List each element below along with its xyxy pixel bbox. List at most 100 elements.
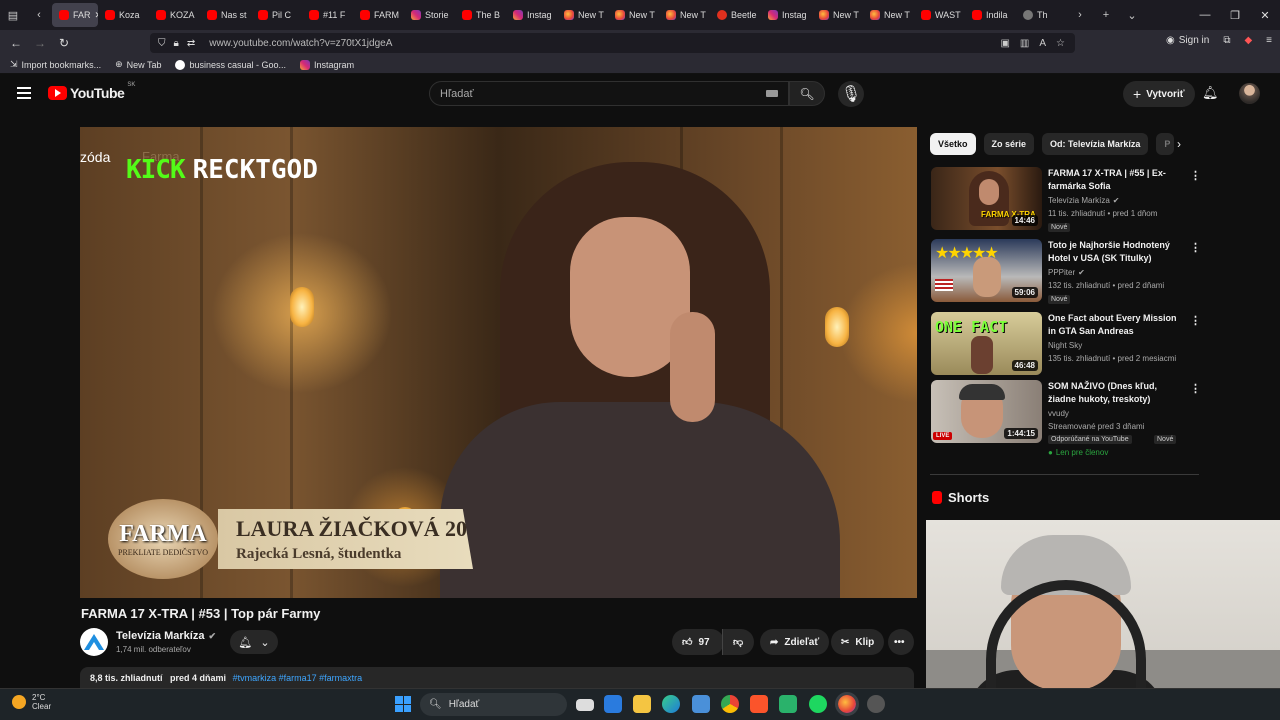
thumbnail[interactable]: ★★★★★ 59:06 — [931, 239, 1042, 302]
store-icon[interactable] — [604, 695, 622, 713]
browser-tab[interactable]: New T — [863, 3, 914, 27]
browser-tab[interactable]: Storie — [404, 3, 455, 27]
sign-in-button[interactable]: ◉ Sign in — [1166, 35, 1209, 46]
forward-icon[interactable]: → — [28, 36, 52, 50]
browser-tab[interactable]: New T — [557, 3, 608, 27]
spotify-icon[interactable] — [809, 695, 827, 713]
scroll-tabs-left-icon[interactable]: ‹ — [26, 0, 52, 30]
thumbnail[interactable]: LIVE 1:44:15 — [931, 380, 1042, 443]
minimize-icon[interactable]: — — [1190, 9, 1220, 22]
browser-tab[interactable]: FARM — [353, 3, 404, 27]
more-vert-icon[interactable]: ⋮ — [1190, 382, 1201, 395]
clip-button[interactable]: ✂ Klip — [831, 629, 885, 655]
menu-icon[interactable] — [17, 87, 31, 102]
recommendation-channel[interactable]: vvudy — [1048, 409, 1069, 418]
create-button[interactable]: + Vytvoriť — [1123, 81, 1195, 107]
more-vert-icon[interactable]: ⋮ — [1190, 314, 1201, 327]
recommendation-item[interactable]: ★★★★★ 59:06 Toto je Najhoršie Hodnotený … — [931, 239, 1201, 304]
search-button[interactable]: 🔍︎ — [789, 81, 825, 106]
browser-tab[interactable]: New T — [812, 3, 863, 27]
recommendation-item[interactable]: FARMA X-TRA 14:46 FARMA 17 X-TRA | #55 |… — [931, 167, 1201, 232]
like-button[interactable]: 👍︎ 97 — [672, 629, 724, 655]
more-vert-icon[interactable]: ⋮ — [1190, 169, 1201, 182]
taskbar-search-input[interactable]: 🔍︎ Hľadať — [420, 693, 567, 716]
edge-icon[interactable] — [662, 695, 680, 713]
recommendation-channel[interactable]: PPPiter ✔ — [1048, 268, 1085, 277]
browser-tab[interactable]: Instag — [506, 3, 557, 27]
chevron-right-icon[interactable]: › — [1177, 137, 1181, 151]
recommendation-channel[interactable]: Televízia Markíza ✔ — [1048, 196, 1120, 205]
browser-tab[interactable]: Nas st — [200, 3, 251, 27]
recommendation-channel[interactable]: Night Sky — [1048, 341, 1082, 350]
weather-widget[interactable]: 2°C Clear — [12, 693, 51, 711]
steam-icon[interactable] — [867, 695, 885, 713]
bookmark-import[interactable]: ⇲ Import bookmarks... — [10, 59, 101, 70]
chip-from-series[interactable]: Zo série — [983, 133, 1035, 155]
list-all-tabs-icon[interactable]: ⌄ — [1119, 0, 1145, 30]
browser-tab[interactable]: New T — [608, 3, 659, 27]
restore-icon[interactable]: ❐ — [1220, 9, 1250, 22]
thumbnail[interactable]: ONE FACT 46:48 — [931, 312, 1042, 375]
browser-tab[interactable]: New T — [659, 3, 710, 27]
browser-tab[interactable]: Instag — [761, 3, 812, 27]
avatar[interactable] — [1239, 83, 1260, 104]
lock-icon[interactable]: 🔒︎ — [174, 38, 179, 49]
bookmark-business-casual[interactable]: business casual - Goo... — [175, 59, 286, 70]
channel-avatar[interactable] — [80, 628, 108, 656]
notifications-bell-icon[interactable]: 🔔︎ — [1202, 85, 1219, 101]
browser-tab[interactable]: WAST — [914, 3, 965, 27]
channel-name[interactable]: Televízia Markíza ✔ — [116, 630, 216, 642]
subscription-bell-button[interactable]: 🔔︎ ⌄ — [230, 630, 278, 654]
tab-list-icon[interactable]: ▤ — [0, 0, 26, 30]
browser-tab[interactable]: Th — [1016, 3, 1067, 27]
thumbnail[interactable]: FARMA X-TRA 14:46 — [931, 167, 1042, 230]
url-bar[interactable]: ⛉ 🔒︎ ⇄ www.youtube.com/watch?v=z70tX1jdg… — [150, 33, 1075, 53]
windows-start-icon[interactable] — [395, 696, 411, 712]
url-text[interactable]: www.youtube.com/watch?v=z70tX1jdgeA — [209, 38, 392, 49]
close-window-icon[interactable]: ✕ — [1250, 9, 1280, 22]
scroll-tabs-right-icon[interactable]: › — [1067, 0, 1093, 30]
description-box[interactable]: 8,8 tis. zhliadnutí pred 4 dňami #tvmark… — [80, 667, 914, 689]
new-tab-icon[interactable]: + — [1093, 0, 1119, 30]
keyboard-icon[interactable] — [766, 90, 778, 97]
app-menu-icon[interactable]: ≡ — [1266, 35, 1272, 46]
browser-tab[interactable]: FAR✕ — [52, 3, 98, 27]
dislike-button[interactable]: 👎︎ — [722, 629, 754, 655]
browser-tab[interactable]: The B — [455, 3, 506, 27]
back-icon[interactable]: ← — [4, 36, 28, 50]
share-button[interactable]: ➦ Zdieľať — [760, 629, 830, 655]
video-player[interactable]: zóda Farma KICK RECKTGOD FARMA PREKLIATE… — [80, 127, 917, 598]
browser-tab[interactable]: Beetle — [710, 3, 761, 27]
brave-icon[interactable] — [750, 695, 768, 713]
shield-icon[interactable]: ⛉ — [158, 38, 166, 49]
translate-icon[interactable]: A — [1039, 38, 1046, 49]
browser-tab[interactable]: KOZA — [149, 3, 200, 27]
bookmark-star-icon[interactable]: ☆ — [1056, 38, 1065, 49]
extensions-icon[interactable]: ⧉ — [1223, 35, 1230, 46]
task-view-icon[interactable] — [576, 699, 594, 711]
recommendation-item[interactable]: LIVE 1:44:15 SOM NAŽIVO (Dnes kľud, žiad… — [931, 380, 1201, 462]
recommendation-item[interactable]: ONE FACT 46:48 One Fact about Every Miss… — [931, 312, 1201, 376]
permissions-icon[interactable]: ⇄ — [187, 38, 195, 49]
more-vert-icon[interactable]: ⋮ — [1190, 241, 1201, 254]
hashtags[interactable]: #tvmarkiza #farma17 #farmaxtra — [233, 673, 363, 683]
bookmark-new-tab[interactable]: ⊕ New Tab — [115, 59, 161, 70]
search-input[interactable]: Hľadať — [429, 81, 789, 106]
reload-icon[interactable]: ↻ — [52, 36, 76, 50]
bookmark-instagram[interactable]: Instagram — [300, 59, 354, 70]
browser-tab[interactable]: Indila — [965, 3, 1016, 27]
youtube-logo[interactable]: YouTube SK — [48, 82, 135, 101]
picture-in-picture-icon[interactable]: ▣ — [1000, 38, 1009, 49]
browser-tab[interactable]: #11 F — [302, 3, 353, 27]
voice-search-button[interactable]: 🎙︎ — [838, 81, 864, 107]
photos-icon[interactable] — [692, 695, 710, 713]
reader-view-icon[interactable]: ▥ — [1020, 38, 1029, 49]
chip-from-channel[interactable]: Od: Televízia Markíza — [1042, 133, 1149, 155]
browser-tab[interactable]: Koza — [98, 3, 149, 27]
chip-more[interactable]: P — [1156, 133, 1175, 155]
chrome-icon[interactable] — [721, 695, 739, 713]
chip-all[interactable]: Všetko — [930, 133, 976, 155]
browser-tab[interactable]: Pil C — [251, 3, 302, 27]
more-actions-button[interactable]: ••• — [888, 629, 914, 655]
notification-extension-icon[interactable]: ◆ — [1244, 35, 1252, 46]
